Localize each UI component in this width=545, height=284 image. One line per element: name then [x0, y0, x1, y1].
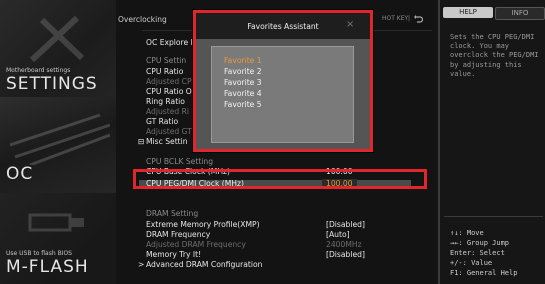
tab-help[interactable]: HELP [443, 7, 493, 18]
favorite-item[interactable]: Favorite 3 [224, 78, 262, 87]
hotkey-label[interactable]: HOT KEY [382, 15, 408, 22]
favorite-item[interactable]: Favorite 5 [224, 100, 262, 109]
close-icon[interactable]: × [346, 19, 354, 30]
tools-icon [29, 15, 85, 63]
adjusted-gt-frequency: Adjusted GT [146, 127, 192, 136]
nav-settings-subtitle: Motherboard settings [6, 67, 71, 74]
cpu-ratio-offset[interactable]: CPU Ratio O [146, 87, 192, 96]
dialog-title: Favorites Assistant [247, 22, 319, 31]
xmp-value[interactable]: [Disabled] [326, 220, 365, 229]
advanced-dram-configuration[interactable]: Advanced DRAM Configuration [146, 260, 262, 269]
favorite-item[interactable]: Favorite 1 [224, 56, 262, 65]
dram-section: DRAM Setting [146, 209, 199, 218]
dram-frequency[interactable]: DRAM Frequency [146, 230, 210, 239]
cpu-ratio[interactable]: CPU Ratio [146, 67, 183, 76]
favorites-list: Favorite 1 Favorite 2 Favorite 3 Favorit… [211, 46, 354, 143]
help-panel: HELP INFO Sets the CPU PEG/DMI clock. Yo… [438, 0, 545, 284]
dram-frequency-value[interactable]: [Auto] [326, 230, 350, 239]
header-separator: | [408, 15, 411, 22]
favorite-item[interactable]: Favorite 4 [224, 89, 262, 98]
tab-info[interactable]: INFO [495, 7, 545, 20]
nav-oc[interactable]: OC [0, 97, 116, 193]
adjusted-dram-frequency: Adjusted DRAM Frequency [146, 240, 246, 249]
key-hint: +/-: Value [450, 259, 493, 267]
key-hint: →←: Group Jump [450, 239, 510, 247]
oc-explore-mode[interactable]: OC Explore M [146, 38, 197, 47]
xmp-setting[interactable]: Extreme Memory Profile(XMP) [146, 220, 260, 229]
breadcrumb: Overclocking [118, 15, 167, 24]
favorites-assistant-dialog: Favorites Assistant × Favorite 1 Favorit… [193, 10, 373, 152]
speed-streaks-icon [10, 113, 110, 165]
undo-icon[interactable] [414, 14, 423, 23]
adjusted-dram-frequency-value: 2400MHz [326, 240, 362, 249]
help-description: Sets the CPU PEG/DMI clock. You may over… [450, 33, 539, 78]
key-hint: ↑↓: Move [450, 229, 484, 237]
chevron-right-icon: > [138, 260, 145, 269]
adjusted-cpu-frequency: Adjusted CP [146, 77, 192, 86]
memory-try-it[interactable]: Memory Try It! [146, 250, 201, 259]
nav-mflash[interactable]: Use USB to flash BIOS M-FLASH [0, 193, 116, 284]
key-hint: Enter: Select [450, 249, 505, 257]
nav-mflash-subtitle: Use USB to flash BIOS [6, 250, 72, 257]
favorite-item[interactable]: Favorite 2 [224, 67, 262, 76]
ring-ratio[interactable]: Ring Ratio [146, 97, 185, 106]
adjusted-ring-frequency: Adjusted Ri [146, 107, 190, 116]
divider [444, 216, 543, 217]
bclk-section: CPU BCLK Setting [146, 157, 214, 166]
misc-settings[interactable]: Misc Settin [146, 137, 188, 146]
dialog-title-bar: Favorites Assistant × [196, 13, 370, 39]
key-hint: F1: General Help [450, 269, 518, 277]
cpu-settings-section: CPU Settin [146, 56, 187, 65]
gt-ratio[interactable]: GT Ratio [146, 117, 178, 126]
left-nav: Motherboard settings SETTINGS OC Use USB… [0, 0, 116, 284]
memory-try-it-value[interactable]: [Disabled] [326, 250, 365, 259]
nav-oc-title: OC [6, 164, 34, 184]
nav-settings[interactable]: Motherboard settings SETTINGS [0, 0, 116, 97]
misc-settings-toggle[interactable]: ⊟ [138, 137, 144, 146]
nav-settings-title: SETTINGS [6, 74, 98, 94]
nav-mflash-title: M-FLASH [6, 257, 89, 277]
usb-icon [28, 213, 84, 232]
highlight-box [133, 169, 427, 189]
